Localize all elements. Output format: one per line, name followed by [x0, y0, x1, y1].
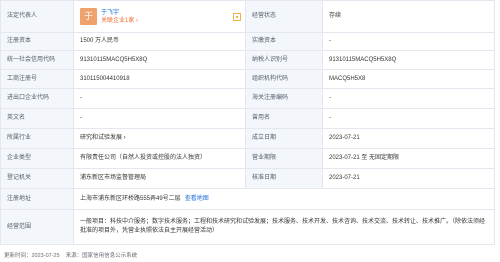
legal-rep-cell: 于 于飞宇 关联企业1家 ›	[73, 0, 246, 33]
customs-code-label: 海关注册编码	[245, 88, 323, 109]
avatar[interactable]: 于	[80, 8, 97, 25]
import-export-code-value: -	[73, 88, 246, 109]
status-label: 经营状态	[245, 0, 323, 33]
paid-capital-label: 实缴资本	[245, 32, 323, 51]
business-term-label: 营业期限	[245, 148, 323, 169]
scope-cell: 一般项目：科技中介服务；数字技术服务；工程和技术研究和试验发展；技术服务、技术开…	[73, 209, 495, 245]
table-row: 登记机关 浦东新区市场监督管理局 核准日期 2023-07-21	[0, 168, 495, 189]
related-companies-link[interactable]: 关联企业1家 ›	[101, 17, 138, 25]
taxpayer-id-label: 纳税人识别号	[245, 50, 323, 70]
table-row: 经营范围 一般项目：科技中介服务；数字技术服务；工程和技术研究和试验发展；技术服…	[0, 209, 495, 245]
view-map-link[interactable]: 查看地图	[185, 196, 209, 202]
credit-code-label: 统一社会信用代码	[0, 50, 74, 70]
address-label: 注册地址	[0, 188, 74, 210]
table-row: 注册资本 1500 万人民币 实缴资本 -	[0, 32, 495, 51]
business-reg-no-label: 工商注册号	[0, 69, 74, 89]
taxpayer-id-value: 91310115MACQ5H5X8Q	[322, 50, 495, 70]
address-cell: 上海市浦东新区环桥路555弄49号二层 查看地图	[73, 188, 495, 210]
qr-code-icon[interactable]	[233, 12, 241, 21]
status-value: 存续	[322, 0, 495, 33]
org-code-label: 组织机构代码	[245, 69, 323, 89]
company-info-table: 法定代表人 于 于飞宇 关联企业1家 › 经营状态 存续 注册资本 1500 万…	[0, 0, 495, 245]
table-row: 注册地址 上海市浦东新区环桥路555弄49号二层 查看地图	[0, 188, 495, 210]
scope-value: 一般项目：科技中介服务；数字技术服务；工程和技术研究和试验发展；技术服务、技术开…	[80, 218, 486, 235]
footer: 更新时间：2023-07-25 来源：国家信用信息公示系统	[4, 251, 137, 259]
org-code-value: MACQ5H5X8	[322, 69, 495, 89]
approval-date-value: 2023-07-21	[322, 168, 495, 189]
established-date-label: 成立日期	[245, 128, 323, 149]
english-name-label: 英文名	[0, 108, 74, 129]
credit-code-value: 91310115MACQ5H5X8Q	[73, 50, 246, 70]
update-time: 更新时间：2023-07-25	[4, 253, 60, 259]
established-date-value: 2023-07-21	[322, 128, 495, 149]
table-row: 英文名 - 曾用名 -	[0, 108, 495, 129]
table-row: 企业类型 有限责任公司（自然人投资或控股的法人独资） 营业期限 2023-07-…	[0, 148, 495, 169]
registration-authority-label: 登记机关	[0, 168, 74, 189]
former-name-value: -	[322, 108, 495, 129]
company-type-label: 企业类型	[0, 148, 74, 169]
industry-value[interactable]: 研究和试验发展 ›	[73, 128, 246, 149]
scope-label: 经营范围	[0, 209, 74, 245]
paid-capital-value: -	[322, 32, 495, 51]
registered-capital-value: 1500 万人民币	[73, 32, 246, 51]
table-row: 统一社会信用代码 91310115MACQ5H5X8Q 纳税人识别号 91310…	[0, 50, 495, 70]
former-name-label: 曾用名	[245, 108, 323, 129]
table-row: 工商注册号 310115004410918 组织机构代码 MACQ5H5X8	[0, 69, 495, 89]
legal-rep-label: 法定代表人	[0, 0, 74, 33]
company-type-value: 有限责任公司（自然人投资或控股的法人独资）	[73, 148, 246, 169]
industry-label: 所属行业	[0, 128, 74, 149]
registration-authority-value: 浦东新区市场监督管理局	[73, 168, 246, 189]
customs-code-value: -	[322, 88, 495, 109]
data-source: 来源：国家信用信息公示系统	[65, 253, 138, 259]
table-row: 法定代表人 于 于飞宇 关联企业1家 › 经营状态 存续	[0, 0, 495, 33]
import-export-code-label: 进出口企业代码	[0, 88, 74, 109]
legal-rep-name-link[interactable]: 于飞宇	[101, 9, 138, 17]
address-value: 上海市浦东新区环桥路555弄49号二层	[80, 195, 181, 202]
table-row: 所属行业 研究和试验发展 › 成立日期 2023-07-21	[0, 128, 495, 149]
registered-capital-label: 注册资本	[0, 32, 74, 51]
business-reg-no-value: 310115004410918	[73, 69, 246, 89]
english-name-value: -	[73, 108, 246, 129]
table-row: 进出口企业代码 - 海关注册编码 -	[0, 88, 495, 109]
business-term-value: 2023-07-21 至 无固定期限	[322, 148, 495, 169]
approval-date-label: 核准日期	[245, 168, 323, 189]
